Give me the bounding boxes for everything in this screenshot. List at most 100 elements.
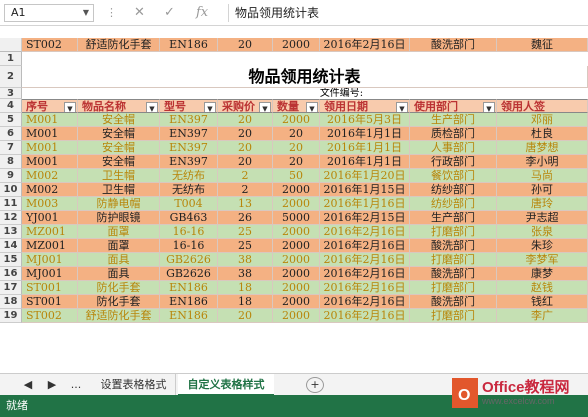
row-header-15[interactable]: 15: [0, 253, 22, 267]
column-header-cell: 数量 ▼: [273, 99, 320, 113]
cancel-icon[interactable]: ✕: [134, 5, 145, 20]
table-cell: 酸洗部门: [410, 38, 497, 52]
row-header-6[interactable]: 6: [0, 127, 22, 141]
tab-sheet1[interactable]: 设置表格格式: [92, 374, 176, 396]
table-cell: MZ001: [22, 239, 78, 253]
table-cell: ST002: [22, 38, 78, 52]
filter-dropdown-icon[interactable]: ▼: [306, 102, 318, 112]
table-cell: 38: [218, 253, 273, 267]
table-cell: 20: [273, 127, 320, 141]
table-cell: 人事部门: [410, 141, 497, 155]
table-cell: 2000: [273, 253, 320, 267]
table-cell: 2016年2月16日: [320, 253, 410, 267]
row-header-9[interactable]: 9: [0, 169, 22, 183]
table-cell: 25: [218, 239, 273, 253]
table-cell: 李梦军: [497, 253, 588, 267]
table-cell: 生产部门: [410, 113, 497, 127]
row-header-12[interactable]: 12: [0, 211, 22, 225]
table-cell: 打磨部门: [410, 309, 497, 323]
table-cell: 防化手套: [78, 295, 160, 309]
column-header-cell: 物品名称 ▼: [78, 99, 160, 113]
select-all-corner[interactable]: [0, 38, 22, 52]
header-label: 使用部门: [414, 100, 458, 113]
table-cell: M001: [22, 155, 78, 169]
filter-dropdown-icon[interactable]: ▼: [204, 102, 216, 112]
table-cell: 2: [218, 183, 273, 197]
row-header-17[interactable]: 17: [0, 281, 22, 295]
table-cell: 杜良: [497, 127, 588, 141]
row-header-3[interactable]: 3: [0, 88, 22, 99]
table-cell: 20: [218, 113, 273, 127]
row-header-13[interactable]: 13: [0, 225, 22, 239]
row-header-2[interactable]: 2: [0, 66, 22, 88]
table-cell: EN397: [160, 113, 218, 127]
name-box-value: A1: [11, 6, 26, 19]
filter-dropdown-icon[interactable]: ▼: [146, 102, 158, 112]
more-sheets-button[interactable]: ...: [64, 374, 88, 396]
add-sheet-icon[interactable]: +: [306, 377, 324, 393]
filter-dropdown-icon[interactable]: ▼: [396, 102, 408, 112]
header-label: 型号: [164, 100, 186, 113]
column-header-cell: 型号 ▼: [160, 99, 218, 113]
function-icon[interactable]: fx: [196, 5, 208, 20]
table-cell: 2016年2月16日: [320, 295, 410, 309]
status-text: 就绪: [6, 399, 28, 412]
table-cell: 38: [218, 267, 273, 281]
table-cell: 25: [218, 225, 273, 239]
table-cell: 魏征: [497, 38, 588, 52]
header-label: 序号: [26, 100, 48, 113]
header-label: 领用日期: [324, 100, 368, 113]
table-cell: 舒适防化手套: [78, 38, 160, 52]
table-cell: GB2626: [160, 267, 218, 281]
table-cell: M001: [22, 113, 78, 127]
watermark-url: www.excelcw.com: [482, 396, 555, 406]
filter-dropdown-icon[interactable]: ▼: [259, 102, 271, 112]
formula-input[interactable]: 物品领用统计表: [228, 4, 584, 22]
row-header-14[interactable]: 14: [0, 239, 22, 253]
row-header-10[interactable]: 10: [0, 183, 22, 197]
table-cell: 2000: [273, 295, 320, 309]
table-cell: 2: [218, 169, 273, 183]
next-sheet-icon[interactable]: ▶: [44, 374, 60, 396]
table-cell: 酸洗部门: [410, 267, 497, 281]
table-cell: 2000: [273, 113, 320, 127]
filter-dropdown-icon[interactable]: ▼: [483, 102, 495, 112]
table-cell: ST001: [22, 281, 78, 295]
row-header-18[interactable]: 18: [0, 295, 22, 309]
chevron-down-icon[interactable]: ▼: [83, 5, 89, 21]
table-cell: ST001: [22, 295, 78, 309]
row-header-8[interactable]: 8: [0, 155, 22, 169]
table-cell: 2000: [273, 267, 320, 281]
table-cell: 2000: [273, 38, 320, 52]
name-box[interactable]: A1 ▼: [4, 4, 94, 22]
table-cell: 20: [218, 309, 273, 323]
more-icon: ⋮: [106, 6, 117, 19]
svg-text:O: O: [458, 387, 470, 404]
row-header-1[interactable]: 1: [0, 52, 22, 66]
table-cell: 打磨部门: [410, 225, 497, 239]
table-cell: 50: [273, 169, 320, 183]
table-cell: M002: [22, 183, 78, 197]
row-header-16[interactable]: 16: [0, 267, 22, 281]
table-cell: 2016年1月20日: [320, 169, 410, 183]
filter-dropdown-icon[interactable]: ▼: [64, 102, 76, 112]
table-cell: 2016年1月1日: [320, 127, 410, 141]
row-header-19[interactable]: 19: [0, 309, 22, 323]
spreadsheet-grid[interactable]: ABCDEFGH12345678910111213141516171819物品领…: [0, 38, 588, 373]
row-header-7[interactable]: 7: [0, 141, 22, 155]
table-cell: 马尚: [497, 169, 588, 183]
confirm-icon[interactable]: ✓: [164, 5, 175, 20]
row-header-5[interactable]: 5: [0, 113, 22, 127]
table-cell: 生产部门: [410, 211, 497, 225]
row-header-4[interactable]: 4: [0, 99, 22, 113]
table-cell: 防护眼镜: [78, 211, 160, 225]
table-cell: GB2626: [160, 253, 218, 267]
tab-sheet2[interactable]: 自定义表格样式: [178, 374, 274, 396]
table-cell: 朱珍: [497, 239, 588, 253]
table-cell: 邓丽: [497, 113, 588, 127]
prev-sheet-icon[interactable]: ◀: [20, 374, 36, 396]
column-header-cell: 领用人签: [497, 99, 588, 113]
row-header-11[interactable]: 11: [0, 197, 22, 211]
table-cell: 酸洗部门: [410, 295, 497, 309]
table-cell: 康梦: [497, 267, 588, 281]
